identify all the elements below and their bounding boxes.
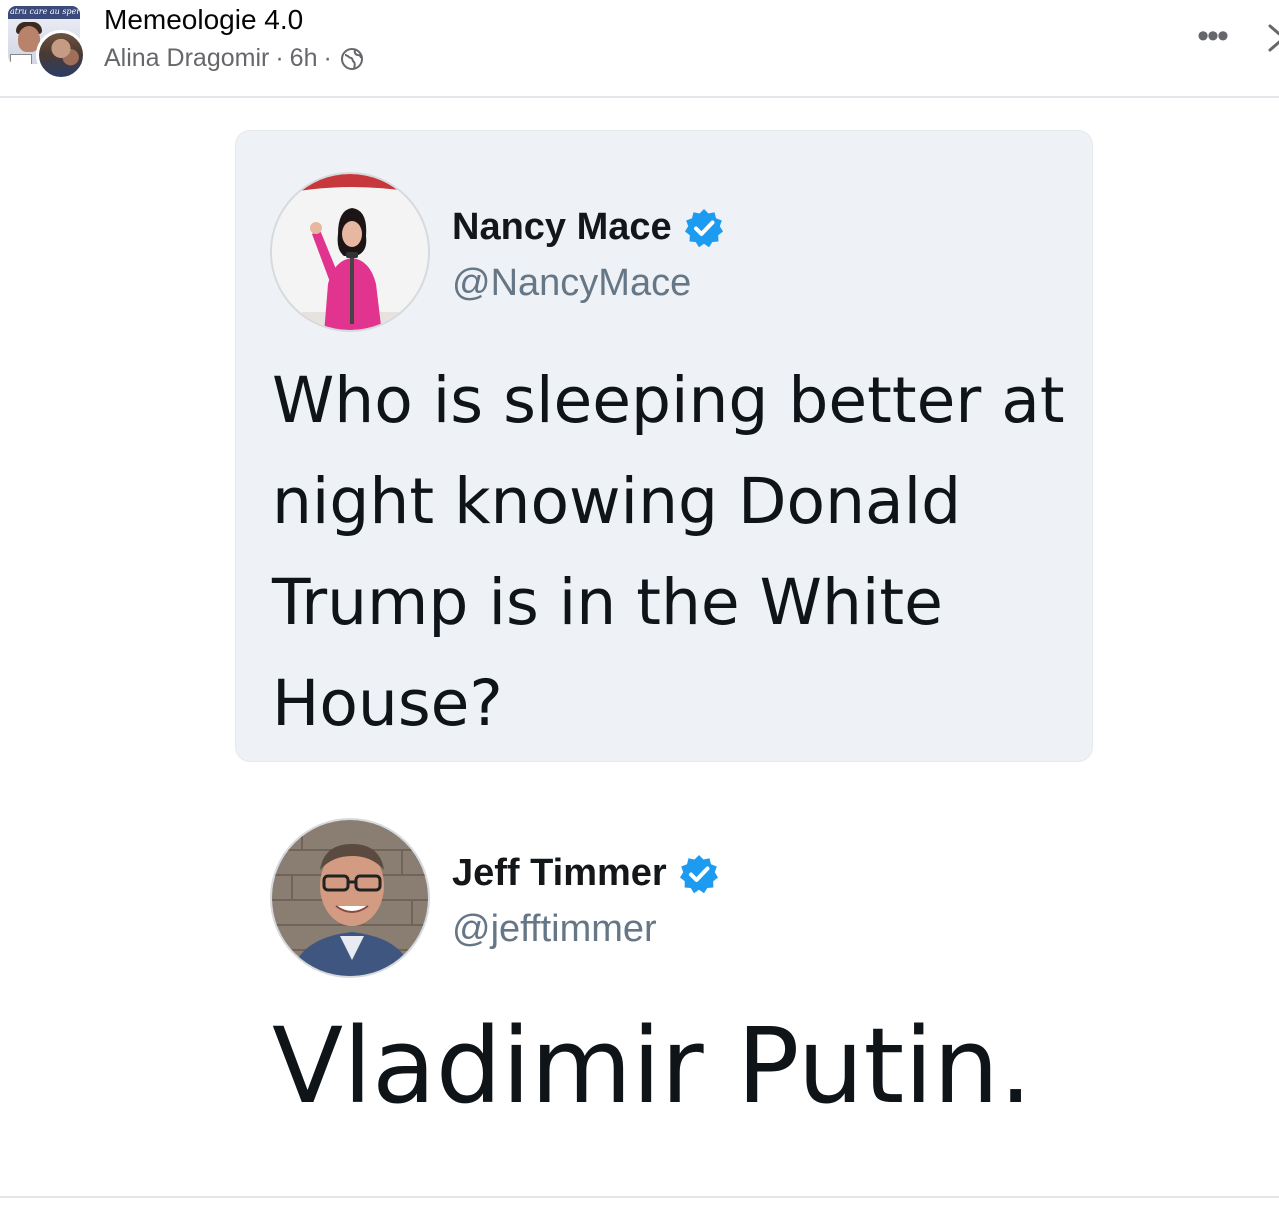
more-options-button[interactable]: ••• — [1192, 19, 1232, 54]
jeff-timmer-avatar — [270, 818, 430, 978]
verified-badge-icon — [679, 854, 719, 894]
globe-icon[interactable] — [340, 47, 364, 71]
reply-author-handle[interactable]: @jefftimmer — [452, 908, 657, 951]
meta-separator: · — [323, 44, 332, 72]
reply-text: Vladimir Putin. — [272, 1005, 1033, 1127]
verified-badge-icon — [684, 208, 724, 248]
post-header: atru care au sperat Memeologie 4.0 Alina… — [0, 0, 1279, 98]
post-time[interactable]: 6h — [290, 44, 318, 73]
meta-separator: · — [275, 44, 284, 72]
close-icon[interactable] — [1262, 18, 1279, 58]
group-name[interactable]: Memeologie 4.0 — [104, 4, 303, 36]
tweet-text: Who is sleeping better at night knowing … — [272, 364, 1065, 740]
tweet-author-handle[interactable]: @NancyMace — [452, 262, 691, 305]
tweet-author-name-text: Nancy Mace — [452, 206, 672, 248]
group-avatar-tag — [10, 54, 32, 64]
nancy-mace-avatar — [270, 172, 430, 332]
author-name[interactable]: Alina Dragomir — [104, 44, 269, 73]
post-meta: Alina Dragomir · 6h · — [104, 44, 364, 73]
reply-author-name[interactable]: Jeff Timmer — [452, 852, 719, 895]
group-avatar-caption: atru care au sperat — [10, 7, 80, 16]
post-page: atru care au sperat Memeologie 4.0 Alina… — [0, 0, 1279, 1205]
reply-author-name-text: Jeff Timmer — [452, 852, 667, 894]
author-avatar[interactable] — [36, 30, 86, 80]
post-bottom-divider — [0, 1196, 1279, 1198]
tweet-author-name[interactable]: Nancy Mace — [452, 206, 724, 249]
